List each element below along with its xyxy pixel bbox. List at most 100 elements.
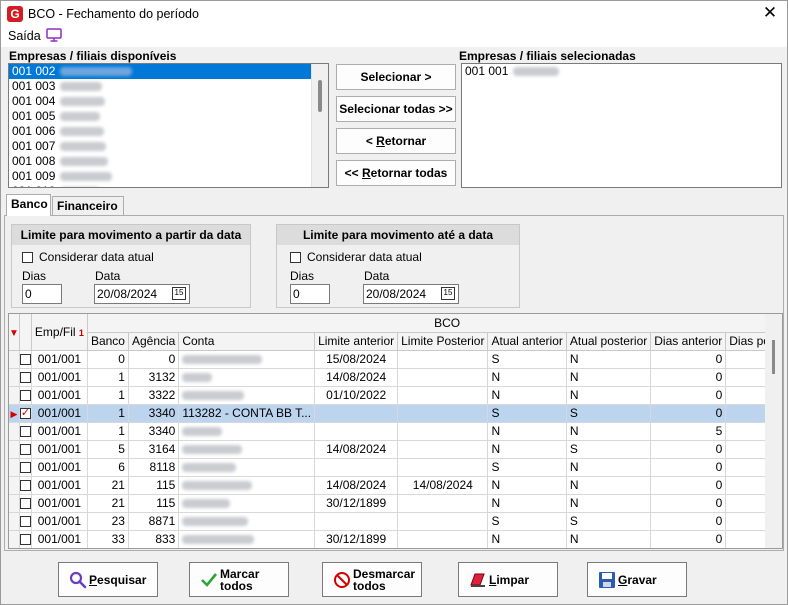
column-header-conta[interactable]: Conta xyxy=(178,332,316,351)
limite-anterior-cell xyxy=(314,458,399,477)
column-header-dias-anterior[interactable]: Dias anterior xyxy=(650,332,727,351)
agencia-cell: 3132 xyxy=(128,368,180,387)
calendar-to-icon[interactable]: 15 xyxy=(441,287,455,300)
available-list-item[interactable]: 001 006 xyxy=(9,124,328,139)
row-checkbox[interactable] xyxy=(19,372,31,384)
available-list-item[interactable]: 001 002 xyxy=(9,64,328,79)
agencia-cell: 3340 xyxy=(128,422,180,441)
redacted-name xyxy=(60,142,107,152)
row-checkbox[interactable] xyxy=(19,498,31,510)
available-list-item[interactable]: 001 008 xyxy=(9,154,328,169)
row-checkbox[interactable] xyxy=(19,462,31,474)
column-header-banco[interactable]: Banco xyxy=(87,332,129,351)
table-row[interactable]: ▶001/00113340113282 - CONTA BB T...SS00 xyxy=(9,404,782,423)
dias-anterior-cell: 0 xyxy=(650,476,727,495)
limite-posterior-cell: 14/08/2024 xyxy=(397,476,489,495)
select-all-sort-indicator[interactable]: ▼ xyxy=(9,314,20,351)
row-checkbox[interactable] xyxy=(19,534,31,546)
available-list-item[interactable]: 001 003 xyxy=(9,79,328,94)
redacted-name xyxy=(60,172,113,182)
row-checkbox[interactable] xyxy=(19,390,31,402)
row-checkbox[interactable] xyxy=(19,426,31,438)
row-checkbox[interactable] xyxy=(19,444,31,456)
retornar-todas-button[interactable]: << Retornar todas xyxy=(336,160,456,186)
considerar-data-atual-to-checkbox[interactable] xyxy=(290,252,301,263)
banco-cell: 21 xyxy=(87,476,129,495)
selecionar-todas-button[interactable]: Selecionar todas >> xyxy=(336,96,456,122)
table-row[interactable]: 001/00168118SN00 xyxy=(9,458,782,477)
dias-from-input[interactable]: 0 xyxy=(22,284,62,304)
available-list-item[interactable]: 001 005 xyxy=(9,109,328,124)
tab-banco[interactable]: Banco xyxy=(6,194,51,216)
redacted-account xyxy=(182,427,223,437)
considerar-data-atual-from-label: Considerar data atual xyxy=(39,250,154,264)
tab-financeiro[interactable]: Financeiro xyxy=(52,196,124,216)
table-row[interactable]: 001/0012111514/08/202414/08/2024NN00 xyxy=(9,476,782,495)
menu-saida[interactable]: Saída xyxy=(8,29,41,43)
selecionar-button[interactable]: Selecionar > xyxy=(336,64,456,90)
limpar-button[interactable]: Limpar xyxy=(458,562,558,597)
row-checkbox[interactable] xyxy=(19,354,31,366)
atual-anterior-cell: S xyxy=(487,404,567,423)
available-list-item-code: 001 010 xyxy=(12,184,55,187)
considerar-data-atual-from-checkbox[interactable] xyxy=(22,252,33,263)
atual-anterior-cell: N xyxy=(487,494,567,513)
redacted-name xyxy=(60,127,105,137)
available-list-scrollbar[interactable] xyxy=(311,64,328,187)
row-checkbox[interactable] xyxy=(19,480,31,492)
atual-anterior-cell: N xyxy=(487,422,567,441)
desmarcar-todos-button[interactable]: Desmarcar todos xyxy=(322,562,422,597)
redacted-name xyxy=(60,82,103,92)
empfil-column-header[interactable]: Emp/Fil 1 xyxy=(31,314,88,351)
column-header-atual-anterior[interactable]: Atual anterior xyxy=(487,332,567,351)
available-list-item[interactable]: 001 007 xyxy=(9,139,328,154)
conta-cell xyxy=(178,530,316,548)
row-checkbox[interactable] xyxy=(19,406,31,420)
monitor-icon[interactable] xyxy=(46,28,62,42)
available-list-item[interactable]: 001 004 xyxy=(9,94,328,109)
column-header-ag-ncia[interactable]: Agência xyxy=(128,332,180,351)
table-row[interactable]: 001/0015316414/08/2024NS00 xyxy=(9,440,782,459)
available-companies-list[interactable]: 001 002 001 003 001 004 001 005 001 006 001 0… xyxy=(8,63,329,188)
agencia-cell: 0 xyxy=(128,350,180,369)
dias-to-input[interactable]: 0 xyxy=(290,284,330,304)
table-row[interactable]: 001/0013383330/12/1899NN00 xyxy=(9,530,782,548)
selected-companies-list[interactable]: 001 001 xyxy=(461,63,782,188)
row-checkbox-cell xyxy=(19,494,32,513)
available-list-item[interactable]: 001 009 xyxy=(9,169,328,184)
row-checkbox[interactable] xyxy=(19,516,31,528)
marcar-todos-button[interactable]: Marcar todos xyxy=(189,562,289,597)
banco-cell: 23 xyxy=(87,512,129,531)
dias-anterior-cell: 0 xyxy=(650,368,727,387)
column-header-limite-anterior[interactable]: Limite anterior xyxy=(314,332,399,351)
row-indicator xyxy=(9,422,20,441)
banco-cell: 21 xyxy=(87,494,129,513)
bco-grid[interactable]: ▼ Emp/Fil 1 BCO Banco Agência Conta Limite … xyxy=(8,313,783,549)
column-header-limite-posterior[interactable]: Limite Posterior xyxy=(397,332,489,351)
close-icon[interactable]: ✕ xyxy=(761,4,779,22)
limite-anterior-cell: 15/08/2024 xyxy=(314,350,399,369)
limite-anterior-cell xyxy=(314,404,399,423)
grid-vertical-scrollbar[interactable] xyxy=(765,314,782,548)
available-list-label: Empresas / filiais disponíveis xyxy=(9,49,177,63)
retornar-button[interactable]: < Retornar xyxy=(336,128,456,154)
pesquisar-button[interactable]: Pesquisar xyxy=(58,562,158,597)
agencia-cell: 8871 xyxy=(128,512,180,531)
atual-posterior-cell: N xyxy=(566,422,652,441)
redacted-account xyxy=(182,445,243,455)
table-row[interactable]: 001/00113340NN55 xyxy=(9,422,782,441)
column-header-atual-posterior[interactable]: Atual posterior xyxy=(566,332,652,351)
banco-cell: 1 xyxy=(87,404,129,423)
table-row[interactable]: 001/0011313214/08/2024NN01 xyxy=(9,368,782,387)
table-row[interactable]: 001/001238871SS00 xyxy=(9,512,782,531)
limite-posterior-cell xyxy=(397,350,489,369)
available-list-item[interactable]: 001 010 xyxy=(9,184,328,187)
data-from-label: Data xyxy=(95,269,121,283)
calendar-from-icon[interactable]: 15 xyxy=(172,287,186,300)
table-row[interactable]: 001/0010015/08/2024SN00 xyxy=(9,350,782,369)
table-row[interactable]: 001/0012111530/12/1899NN00 xyxy=(9,494,782,513)
gravar-button[interactable]: Gravar xyxy=(587,562,687,597)
table-row[interactable]: 001/0011332201/10/2022NN00 xyxy=(9,386,782,405)
selected-list-item[interactable]: 001 001 xyxy=(462,64,781,79)
limite-posterior-cell xyxy=(397,404,489,423)
